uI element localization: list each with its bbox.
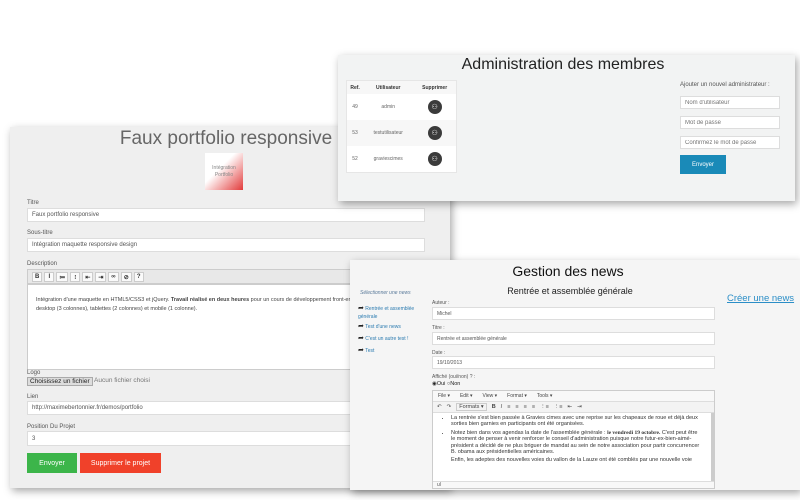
menu-edit[interactable]: Edit ▾	[460, 393, 473, 399]
numbered-list-icon[interactable]: ⋮≡	[554, 404, 563, 410]
unlink-button[interactable]: ⊘	[120, 272, 132, 282]
arrow-icon: ➦	[358, 323, 364, 330]
password-input[interactable]	[680, 116, 780, 129]
file-status: Aucun fichier choisi	[94, 377, 150, 384]
auteur-label: Auteur :	[432, 300, 450, 306]
editor-statusbar: ul	[433, 481, 714, 488]
auteur-input[interactable]: Michel	[432, 307, 715, 320]
lien-input[interactable]: http://maximebertonnier.fr/demos/portfol…	[27, 401, 357, 415]
select-news-label: Sélectionner une news	[360, 290, 411, 296]
outdent-button[interactable]: ⇤	[82, 272, 94, 282]
sous-titre-label: Sous-titre	[27, 230, 53, 236]
description-toolbar: B I ≔ ⁝ ⇤ ⇥ ∞ ⊘ ?	[27, 269, 367, 284]
table-row: 49 admin ⚇	[347, 94, 456, 120]
create-news-link[interactable]: Créer une news	[727, 293, 794, 304]
editor-toolbar: ↶ ↷ Formats ▾ BI ≡ ≡ ≡ ≡ ⋮≡ ⋮≡ ⇤ ⇥	[433, 402, 714, 413]
editor-paragraph-3: Enfin, les adeptes des nouvelles voies d…	[451, 457, 692, 464]
affiche-label: Affiché (oui/non) ? :	[432, 374, 476, 380]
align-right-icon[interactable]: ≡	[524, 404, 527, 410]
undo-icon[interactable]: ↶	[437, 404, 442, 410]
indent-button[interactable]: ⇥	[95, 272, 107, 282]
bold-icon[interactable]: B	[492, 404, 496, 410]
confirm-password-input[interactable]	[680, 136, 780, 149]
admin-submit-button[interactable]: Envoyer	[680, 155, 726, 174]
news-item[interactable]: ➦ Test	[358, 347, 420, 355]
delete-user-icon[interactable]: ⚇	[427, 100, 442, 114]
formats-dropdown[interactable]: Formats ▾	[456, 403, 487, 411]
align-left-icon[interactable]: ≡	[507, 404, 510, 410]
italic-icon[interactable]: I	[501, 404, 503, 410]
table-row: 52 graviescimes ⚇	[347, 146, 456, 172]
news-item[interactable]: ➦ Test d'une news	[358, 323, 420, 331]
unordered-list-button[interactable]: ⁝	[70, 272, 81, 282]
news-item[interactable]: ➦ Rentrée et assemblée générale	[358, 305, 420, 321]
news-editor: File ▾ Edit ▾ View ▾ Format ▾ Tools ▾ ↶ ↷…	[432, 390, 715, 489]
table-row: 53 testutilisateur ⚇	[347, 120, 456, 146]
menu-view[interactable]: View ▾	[482, 393, 497, 399]
ordered-list-button[interactable]: ≔	[56, 272, 69, 282]
affiche-radios: ◉Oui ○Non	[432, 381, 461, 387]
indent-icon[interactable]: ⇥	[577, 404, 582, 410]
bold-button[interactable]: B	[32, 272, 43, 282]
titre-news-label: Titre :	[432, 325, 445, 331]
align-center-icon[interactable]: ≡	[515, 404, 518, 410]
arrow-icon: ➦	[358, 305, 364, 312]
justify-icon[interactable]: ≡	[532, 404, 535, 410]
italic-button[interactable]: I	[44, 272, 55, 282]
col-user: Utilisateur	[376, 84, 401, 91]
menu-format[interactable]: Format ▾	[507, 393, 527, 399]
menu-file[interactable]: File ▾	[438, 393, 450, 399]
titre-input[interactable]: Faux portfolio responsive	[27, 208, 425, 222]
arrow-icon: ➦	[358, 347, 364, 354]
description-label: Description	[27, 261, 58, 267]
portfolio-submit-button[interactable]: Envoyer	[27, 453, 77, 473]
outdent-icon[interactable]: ⇤	[568, 404, 573, 410]
news-item[interactable]: ➦ C'est un autre test !	[358, 335, 420, 343]
delete-user-icon[interactable]: ⚇	[427, 152, 442, 166]
editor-menubar: File ▾ Edit ▾ View ▾ Format ▾ Tools ▾	[433, 391, 714, 402]
logo-label: Logo	[27, 370, 41, 376]
news-title: Gestion des news	[512, 263, 624, 279]
col-delete: Supprimer	[422, 84, 448, 91]
delete-user-icon[interactable]: ⚇	[427, 126, 442, 140]
members-table: Ref. Utilisateur Supprimer 49 admin ⚇ 53 t…	[346, 80, 457, 173]
titre-news-input[interactable]: Rentrée et assemblée générale	[432, 332, 715, 345]
portfolio-logo: Intégration Portfolio	[205, 153, 243, 190]
menu-tools[interactable]: Tools ▾	[537, 393, 553, 399]
link-button[interactable]: ∞	[108, 272, 119, 282]
username-input[interactable]	[680, 96, 780, 109]
delete-project-button[interactable]: Supprimer le projet	[80, 453, 161, 473]
file-choose-button[interactable]: Choisissez un fichier	[27, 377, 93, 386]
arrow-icon: ➦	[358, 335, 364, 342]
titre-label: Titre	[27, 200, 39, 206]
news-subtitle: Rentrée et assemblée générale	[507, 286, 633, 296]
redo-icon[interactable]: ↷	[447, 404, 452, 410]
bullet-list-icon[interactable]: ⋮≡	[540, 404, 549, 410]
position-label: Position Du Projet	[27, 424, 76, 430]
date-input[interactable]: 19/10/2013	[432, 356, 715, 369]
add-admin-label: Ajouter un nouvel administrateur :	[680, 82, 770, 88]
editor-content[interactable]: La rentrée s'est bien passée à Gravies c…	[433, 413, 714, 481]
lien-label: Lien	[27, 394, 39, 400]
description-editor[interactable]: Intégration d'une maquette en HTML5/CSS3…	[27, 284, 367, 370]
admin-title: Administration des membres	[461, 56, 665, 73]
col-ref: Ref.	[350, 84, 360, 91]
help-button[interactable]: ?	[133, 272, 144, 282]
position-input[interactable]: 3	[27, 431, 357, 446]
sous-titre-input[interactable]: Intégration maquette responsive design	[27, 238, 425, 252]
